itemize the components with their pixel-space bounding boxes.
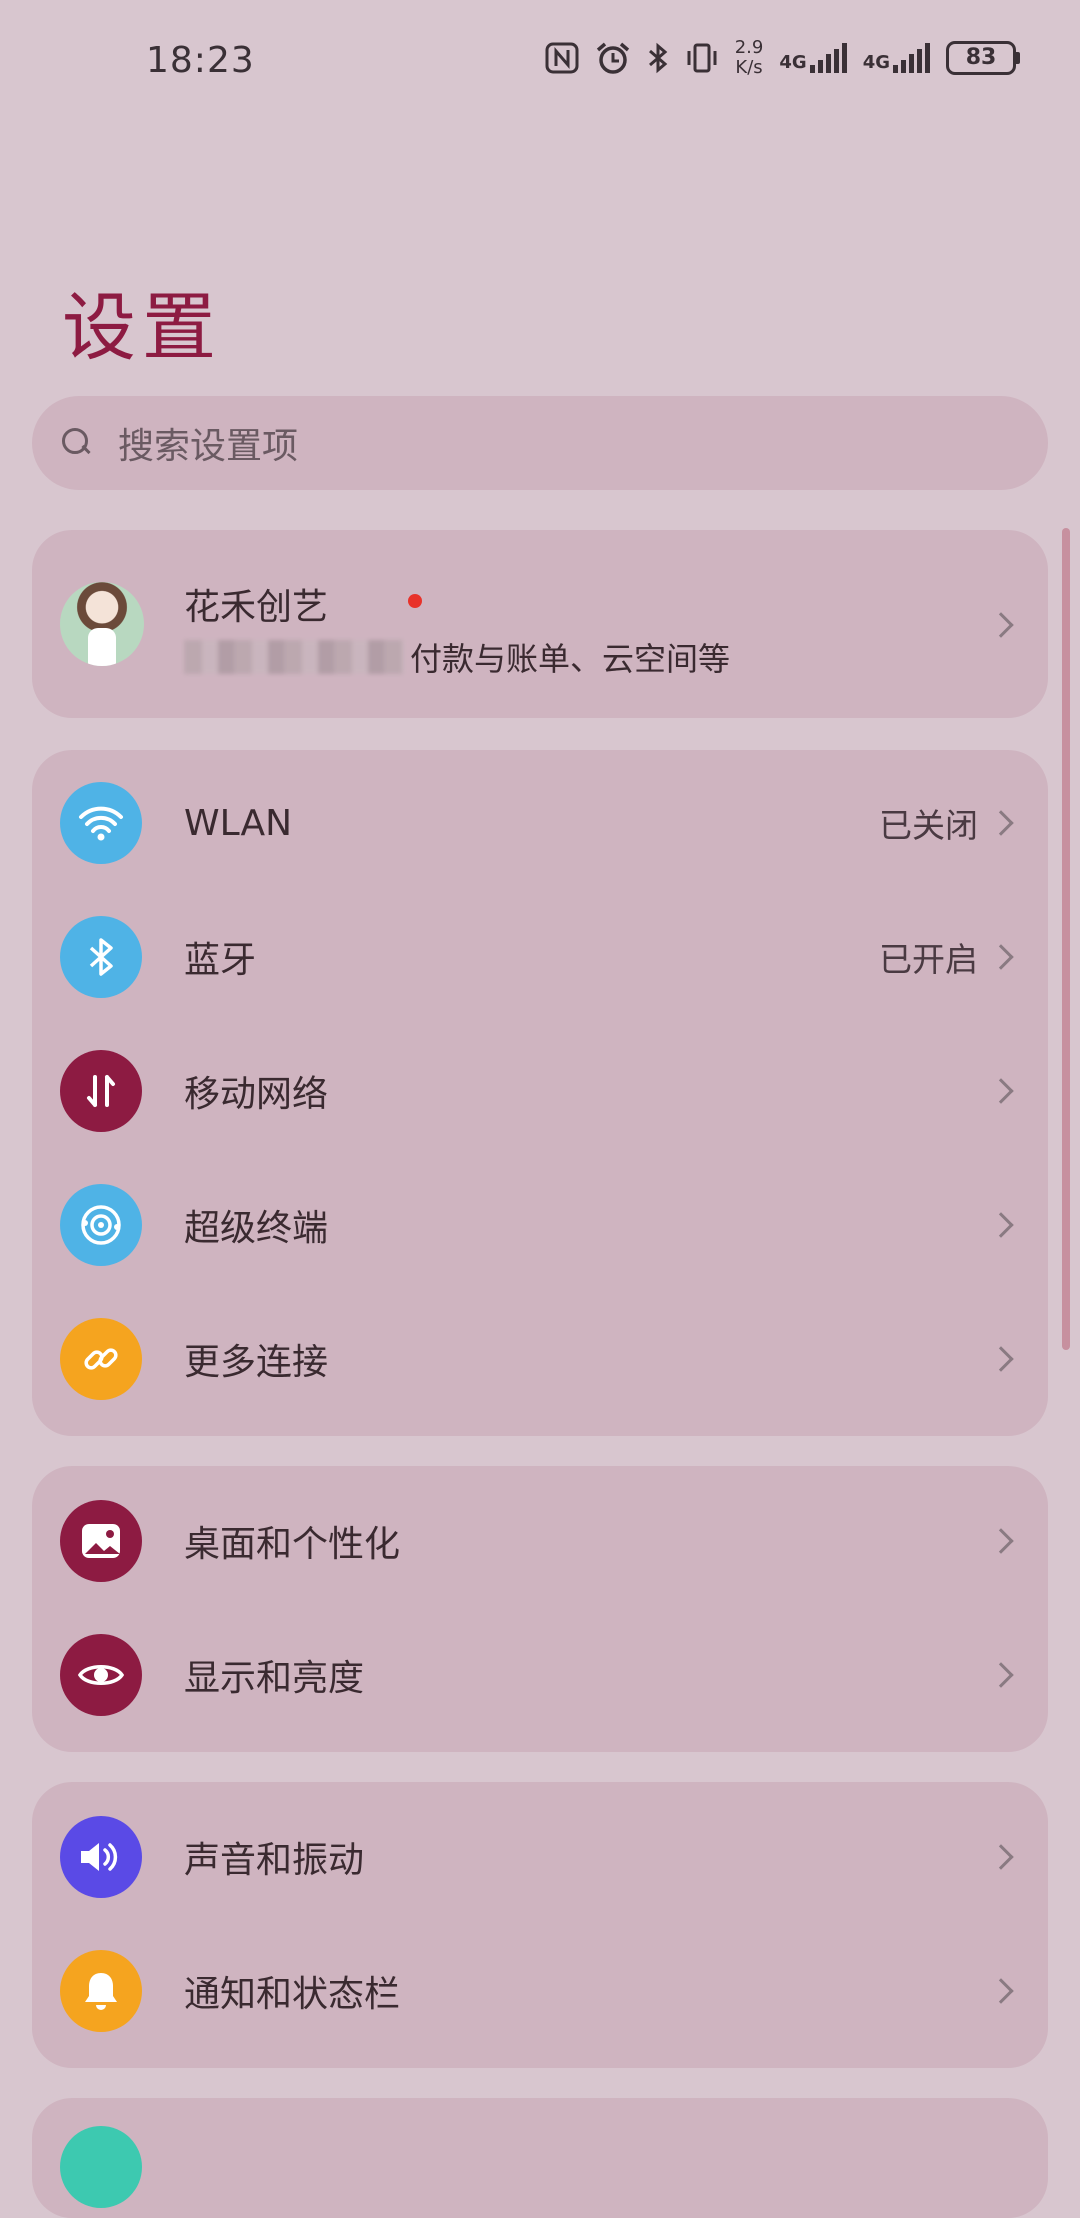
settings-item-desktop-personalization[interactable]: 桌面和个性化 — [32, 1474, 1048, 1608]
super-device-icon — [60, 1184, 142, 1266]
settings-item-label: 超级终端 — [184, 1208, 329, 1249]
settings-item-label: 显示和亮度 — [184, 1658, 365, 1699]
chevron-right-icon — [988, 612, 1014, 638]
wifi-icon — [60, 782, 142, 864]
alarm-icon — [595, 41, 631, 75]
display-group: 桌面和个性化 显示和亮度 — [32, 1466, 1048, 1752]
settings-item-label: 桌面和个性化 — [184, 1524, 401, 1565]
settings-item-label: 更多连接 — [184, 1342, 329, 1383]
bluetooth-icon — [60, 916, 142, 998]
signal-bars-icon — [809, 43, 847, 73]
chevron-right-icon — [988, 1078, 1014, 1104]
settings-item-super-device[interactable]: 超级终端 — [32, 1158, 1048, 1292]
wallpaper-icon — [60, 1500, 142, 1582]
settings-item-label: 声音和振动 — [184, 1840, 365, 1881]
settings-item-wlan[interactable]: WLAN 已关闭 — [32, 756, 1048, 890]
page-title: 设置 — [62, 285, 222, 371]
settings-item-value: 已关闭 — [879, 806, 978, 845]
eye-icon — [60, 1634, 142, 1716]
settings-item-more-connections[interactable]: 更多连接 — [32, 1292, 1048, 1426]
sim2-signal: 4G — [863, 43, 930, 73]
scrollbar[interactable] — [1062, 528, 1070, 1350]
network-speed: 2.9 K/s — [735, 38, 764, 78]
settings-item-notifications-statusbar[interactable]: 通知和状态栏 — [32, 1924, 1048, 2058]
notification-dot — [408, 594, 422, 608]
redacted-text — [184, 640, 404, 674]
settings-item-bluetooth[interactable]: 蓝牙 已开启 — [32, 890, 1048, 1024]
bluetooth-icon — [647, 42, 669, 74]
bell-icon — [60, 1950, 142, 2032]
network-speed-value: 2.9 — [734, 37, 764, 58]
avatar — [60, 582, 144, 666]
settings-item-label: WLAN — [184, 802, 293, 844]
status-icons: 2.9 K/s 4G 4G 83 — [545, 38, 1020, 78]
nfc-icon — [545, 42, 579, 74]
chevron-right-icon — [988, 1662, 1014, 1688]
vibrate-icon — [685, 42, 719, 74]
mobile-data-icon — [60, 1050, 142, 1132]
battery-icon: 83 — [946, 41, 1020, 75]
fingerprint-icon[interactable] — [60, 2126, 142, 2208]
account-subtitle: 付款与账单、云空间等 — [184, 634, 730, 680]
search-placeholder: 搜索设置项 — [118, 426, 299, 467]
chevron-right-icon — [988, 1978, 1014, 2004]
settings-item-label: 通知和状态栏 — [184, 1974, 401, 2015]
chevron-right-icon — [988, 1346, 1014, 1372]
settings-item-mobile-network[interactable]: 移动网络 — [32, 1024, 1048, 1158]
chevron-right-icon — [988, 810, 1014, 836]
chevron-right-icon — [988, 1844, 1014, 1870]
chevron-right-icon — [988, 944, 1014, 970]
chevron-right-icon — [988, 1528, 1014, 1554]
sim1-type: 4G — [779, 52, 807, 73]
account-name: 花禾创艺 — [184, 587, 329, 628]
status-time: 18:23 — [146, 40, 255, 81]
account-card[interactable]: 花禾创艺 付款与账单、云空间等 — [32, 530, 1048, 718]
settings-item-display-brightness[interactable]: 显示和亮度 — [32, 1608, 1048, 1742]
account-subtitle-text: 付款与账单、云空间等 — [410, 640, 731, 678]
status-bar: 18:23 2.9 K/s 4G 4G 83 — [0, 0, 1080, 120]
sound-group: 声音和振动 通知和状态栏 — [32, 1782, 1048, 2068]
sim1-signal: 4G — [779, 43, 847, 73]
speaker-icon — [60, 1816, 142, 1898]
next-group-partial — [32, 2098, 1048, 2218]
network-speed-unit: K/s — [735, 57, 763, 78]
signal-bars-icon — [893, 43, 930, 73]
chevron-right-icon — [988, 1212, 1014, 1238]
sim2-type: 4G — [862, 52, 890, 73]
settings-item-label: 蓝牙 — [184, 940, 257, 981]
search-bar[interactable]: 搜索设置项 — [32, 396, 1048, 490]
connectivity-group: WLAN 已关闭 蓝牙 已开启 移动网络 超级终端 更多连接 — [32, 750, 1048, 1436]
search-icon — [62, 428, 92, 458]
link-icon — [60, 1318, 142, 1400]
battery-level: 83 — [946, 41, 1016, 75]
settings-item-value: 已开启 — [879, 940, 978, 979]
settings-item-sound-vibration[interactable]: 声音和振动 — [32, 1790, 1048, 1924]
settings-item-label: 移动网络 — [184, 1074, 329, 1115]
